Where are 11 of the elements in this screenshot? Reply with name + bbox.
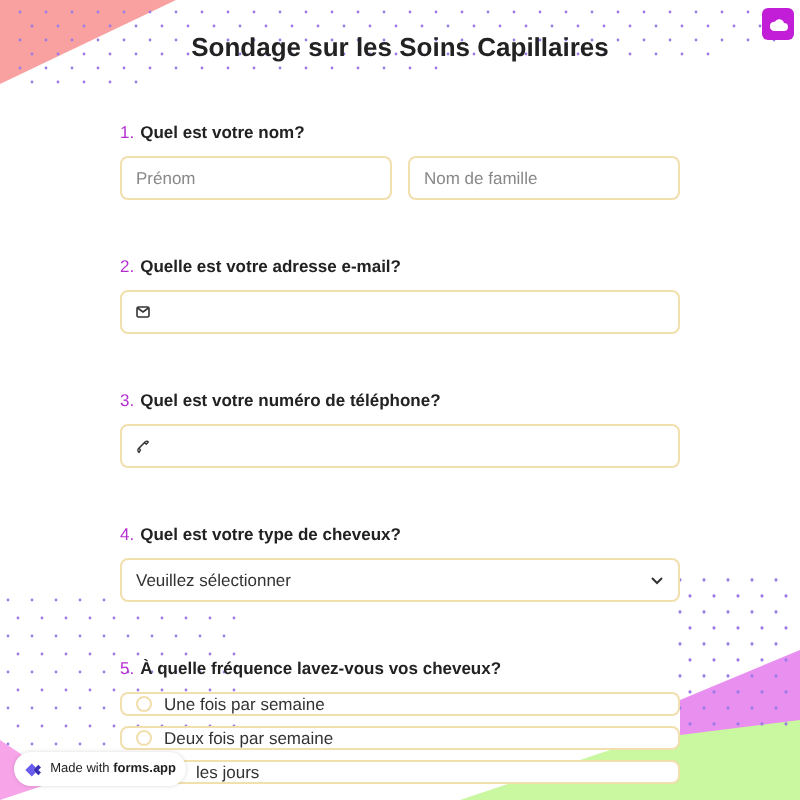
question-label: Quel est votre numéro de téléphone? [140,390,441,412]
question-label: À quelle fréquence lavez-vous vos cheveux? [140,658,502,680]
question-label: Quel est votre type de cheveux? [140,524,401,546]
question-number: 3. [120,390,135,412]
question-label: Quelle est votre adresse e-mail? [140,256,401,278]
question-label: Quel est votre nom? [140,122,305,144]
question-number: 5. [120,658,135,680]
question-number: 4. [120,524,135,546]
question-number: 2. [120,256,135,278]
survey-title: Sondage sur les Soins Capillaires [189,32,611,64]
question-number: 1. [120,122,135,144]
